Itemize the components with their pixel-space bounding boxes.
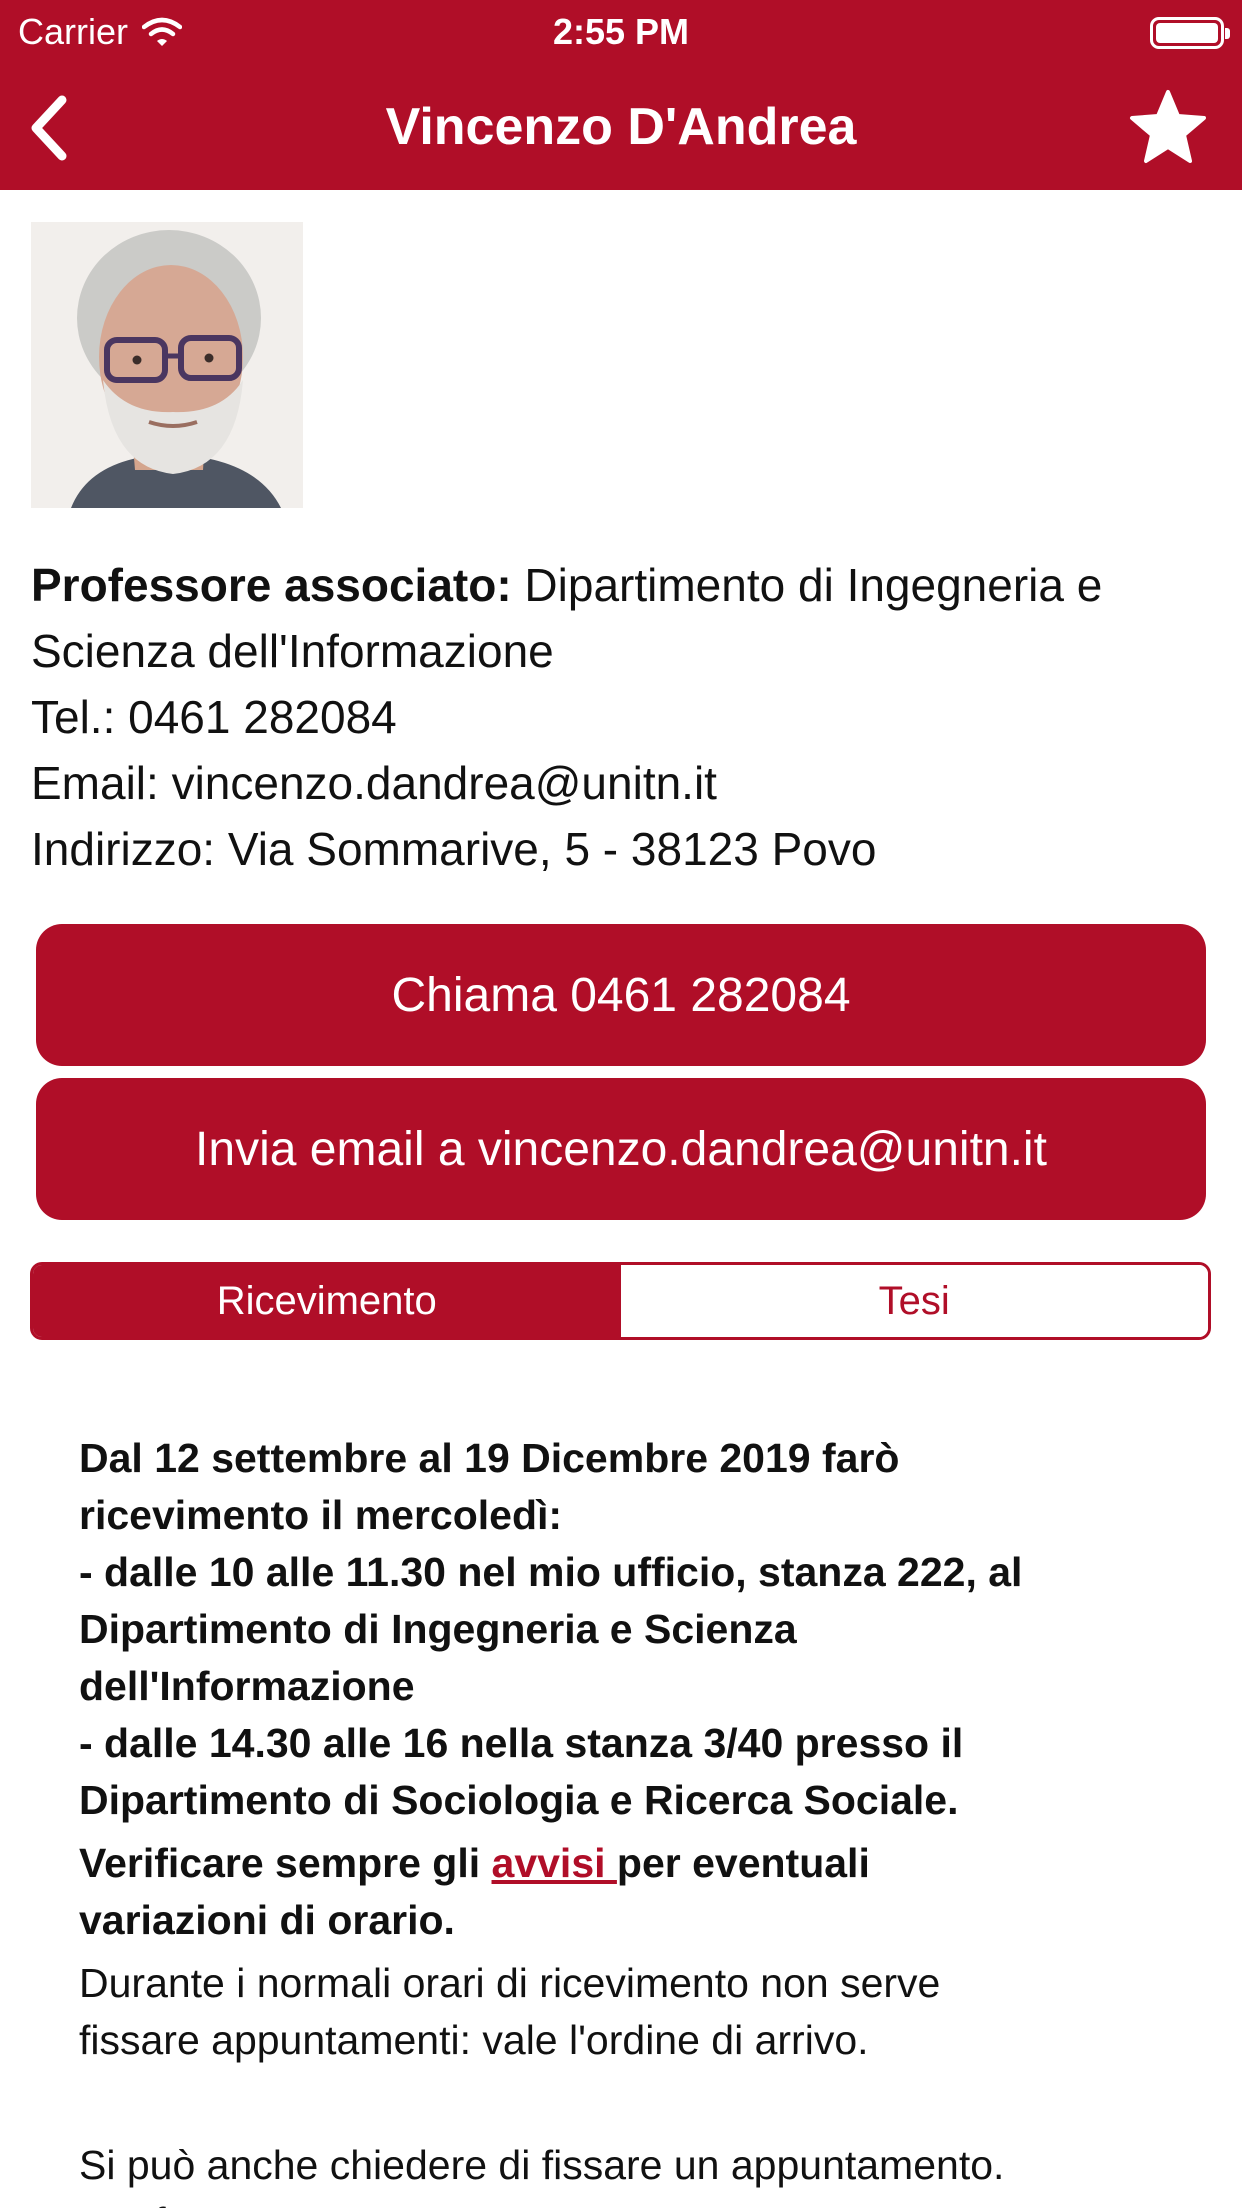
appointment-line: Si può anche chiedere di fissare un appu… <box>79 2142 1005 2188</box>
app-screen: Carrier 2:55 PM Vincenzo D'Andrea Profes… <box>0 0 1242 2208</box>
reception-line: - dalle 10 alle 11.30 nel mio ufficio, s… <box>79 1549 1023 1595</box>
call-button[interactable]: Chiama 0461 282084 <box>36 924 1206 1066</box>
role-label: Professore associato: <box>31 559 512 611</box>
avvisi-link[interactable]: avvisi <box>492 1840 617 1886</box>
reception-line: Dipartimento di Sociologia e Ricerca Soc… <box>79 1777 959 1823</box>
address-line: Indirizzo: Via Sommarive, 5 - 38123 Povo <box>31 823 877 875</box>
battery-icon <box>1150 17 1230 49</box>
phone-line: Tel.: 0461 282084 <box>31 691 397 743</box>
segmented-control: Ricevimento Tesi <box>30 1262 1211 1340</box>
role-line: Professore associato: Dipartimento di In… <box>31 552 1221 684</box>
tab-ricevimento[interactable]: Ricevimento <box>33 1265 621 1337</box>
star-icon <box>1130 90 1206 163</box>
chevron-left-icon <box>31 95 67 161</box>
favorite-button[interactable] <box>1128 88 1208 168</box>
reception-line: - dalle 14.30 alle 16 nella stanza 3/40 … <box>79 1720 964 1766</box>
plain-line: Durante i normali orari di ricevimento n… <box>79 1960 941 2006</box>
status-time: 2:55 PM <box>552 11 690 52</box>
reception-line: Dipartimento di Ingegneria e Scienza <box>79 1606 797 1652</box>
reception-line: Dal 12 settembre al 19 Dicembre 2019 far… <box>79 1435 900 1481</box>
profile-photo <box>31 222 303 508</box>
page-title: Vincenzo D'Andrea <box>385 98 857 156</box>
tab-tesi[interactable]: Tesi <box>620 1265 1208 1337</box>
reception-hours-text: Dal 12 settembre al 19 Dicembre 2019 far… <box>79 1430 1199 2208</box>
cut-line: Per far <box>79 2194 1199 2208</box>
profile-info: Professore associato: Dipartimento di In… <box>31 552 1221 882</box>
reception-line: ricevimento il mercoledì: <box>79 1492 563 1538</box>
email-line: Email: vincenzo.dandrea@unitn.it <box>31 757 717 809</box>
plain-line: fissare appuntamenti: vale l'ordine di a… <box>79 2017 869 2063</box>
back-button[interactable] <box>26 90 82 166</box>
notice-line: Verificare sempre gli avvisi per eventua… <box>79 1835 1199 1892</box>
header: Carrier 2:55 PM Vincenzo D'Andrea <box>0 0 1242 190</box>
send-email-button[interactable]: Invia email a vincenzo.dandrea@unitn.it <box>36 1078 1206 1220</box>
notice-suffix: per eventuali <box>616 1840 870 1886</box>
notice-prefix: Verificare sempre gli <box>79 1840 492 1886</box>
notice-line-2: variazioni di orario. <box>79 1897 455 1943</box>
reception-line: dell'Informazione <box>79 1663 415 1709</box>
